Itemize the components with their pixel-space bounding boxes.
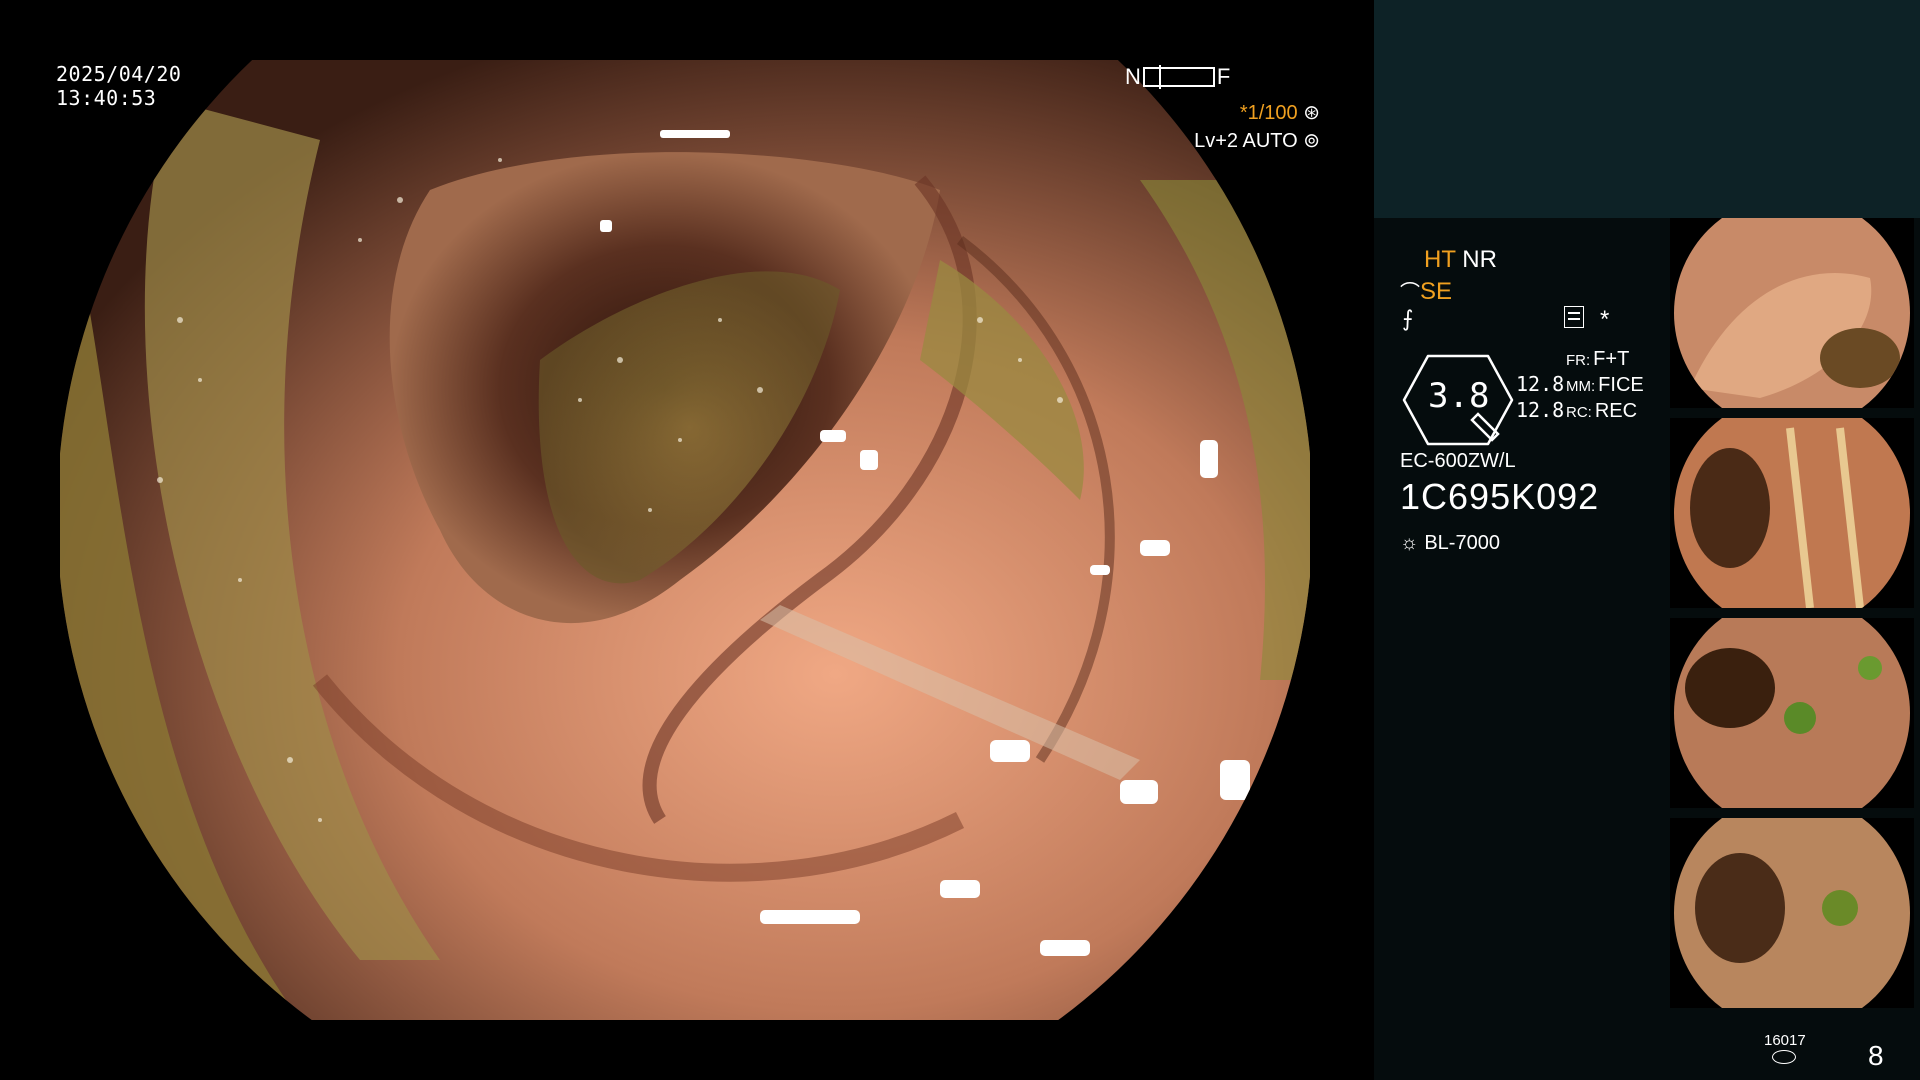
light-source-label: BL-7000: [1424, 532, 1500, 554]
light-source-icon: ☼: [1400, 532, 1419, 554]
image-count: 8: [1868, 1040, 1884, 1071]
rc-label: RC:: [1566, 404, 1592, 421]
far-label: F: [1216, 64, 1231, 89]
thumbnail-1[interactable]: [1670, 218, 1914, 408]
thumbnail-4[interactable]: [1670, 818, 1914, 1008]
storage-drum-icon: [1772, 1050, 1796, 1064]
scope-model: EC-600ZW/L: [1400, 450, 1516, 472]
thumbnail-image: [1674, 818, 1910, 1008]
fr-row: FR: F+T: [1566, 348, 1629, 371]
light-source: ☼ BL-7000: [1400, 532, 1500, 555]
focus-bar: [1142, 65, 1215, 89]
iris-icon: ⊚: [1303, 130, 1320, 152]
thumbnail-3[interactable]: [1670, 618, 1914, 808]
se-label: SE: [1420, 278, 1453, 305]
fr-value: F+T: [1593, 348, 1630, 370]
shutter-value: *1/100: [1239, 102, 1298, 124]
thumbnail-2[interactable]: [1670, 418, 1914, 608]
aperture-icon: ⊛: [1303, 102, 1320, 124]
mm-row: MM: FICE: [1566, 374, 1644, 397]
enhance-icon: ⌒: [1400, 282, 1420, 304]
panel-header: [1374, 0, 1920, 218]
zoom-value: 3.8: [1428, 376, 1490, 416]
storage-count: 16017: [1764, 1032, 1806, 1049]
mm-value: FICE: [1598, 374, 1644, 396]
mm-label: MM:: [1566, 378, 1596, 395]
near-far-indicator: N F: [1125, 64, 1230, 90]
thumbnail-image: [1674, 618, 1910, 808]
thumbnail-image: [1674, 218, 1910, 408]
ht-nr-row: HT NR: [1424, 246, 1497, 274]
structure-icon: ⨍: [1402, 306, 1414, 331]
nr-label: NR: [1462, 246, 1497, 273]
rc-row: RC: REC: [1566, 400, 1637, 423]
capture-date: 2025/04/20: [56, 62, 182, 86]
capture-datetime: 2025/04/20 13:40:53: [56, 62, 181, 110]
capture-time: 13:40:53: [56, 86, 157, 110]
rc-value: REC: [1594, 400, 1638, 422]
value-2: 12.8: [1516, 398, 1565, 422]
shutter-speed: *1/100 ⊛: [1240, 100, 1320, 125]
thumbnail-image: [1674, 418, 1910, 608]
near-label: N: [1125, 64, 1141, 89]
level-value: Lv+2 AUTO: [1194, 130, 1298, 152]
brightness-level: Lv+2 AUTO ⊚: [1194, 128, 1320, 153]
endoscope-view: [60, 60, 1310, 1020]
colon-lumen-image: [60, 60, 1310, 1020]
ht-label: HT: [1424, 246, 1456, 273]
value-1: 12.8: [1516, 372, 1565, 396]
filter-icon: [1564, 306, 1584, 328]
star-marker: *: [1600, 306, 1610, 333]
fr-label: FR:: [1566, 352, 1591, 369]
scope-serial: 1C695K092: [1400, 476, 1600, 517]
se-row: ⌒SE: [1400, 276, 1452, 306]
